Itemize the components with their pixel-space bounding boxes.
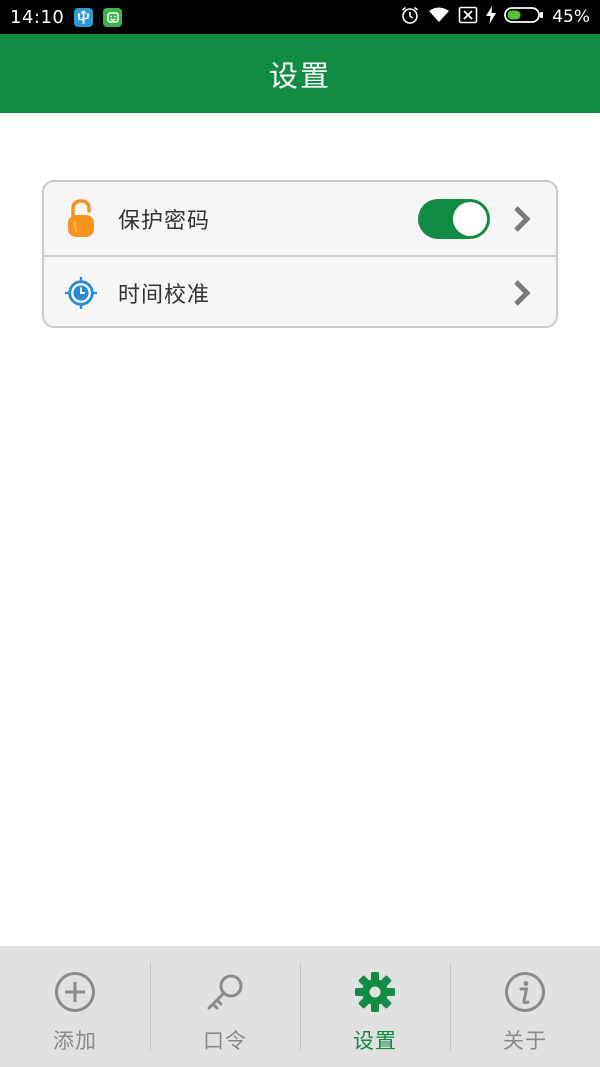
nav-item-add[interactable]: 添加	[0, 946, 150, 1067]
nav-item-about[interactable]: 关于	[450, 946, 600, 1067]
info-icon	[504, 971, 546, 1013]
clock-target-icon	[64, 274, 98, 312]
chevron-right-icon	[512, 204, 532, 234]
sim-off-icon	[458, 6, 478, 28]
chevron-right-icon	[512, 278, 532, 308]
nav-label: 口令	[203, 1029, 247, 1053]
nav-label: 关于	[503, 1029, 547, 1053]
nav-label: 设置	[353, 1029, 397, 1053]
add-circle-icon	[54, 971, 96, 1013]
settings-item-password-protection[interactable]: 保护密码	[44, 182, 556, 255]
password-protection-toggle[interactable]	[418, 198, 490, 239]
nav-item-settings[interactable]: 设置	[300, 946, 450, 1067]
status-left: 14:10	[10, 6, 123, 28]
charging-icon	[486, 6, 497, 28]
alarm-icon	[400, 5, 420, 29]
settings-item-time-calibration[interactable]: 时间校准	[44, 255, 556, 326]
nav-label: 添加	[53, 1029, 97, 1053]
status-time: 14:10	[10, 6, 65, 28]
settings-item-label: 时间校准	[118, 282, 211, 308]
toggle-knob	[453, 201, 487, 236]
battery-icon	[504, 6, 544, 28]
usb-icon	[74, 7, 94, 27]
status-right: 45%	[400, 5, 590, 29]
lock-icon	[64, 198, 98, 238]
android-icon	[103, 7, 123, 27]
bottom-nav: 添加 口令 设置 关于	[0, 946, 600, 1067]
gear-icon	[354, 971, 396, 1013]
settings-list: 保护密码 时间校准	[42, 180, 558, 328]
page-title: 设置	[268, 58, 331, 93]
settings-item-label: 保护密码	[118, 208, 211, 234]
battery-percent: 45%	[552, 7, 590, 27]
nav-item-passcode[interactable]: 口令	[150, 946, 300, 1067]
status-bar: 14:10 45%	[0, 0, 600, 34]
wifi-icon	[428, 6, 450, 28]
app-header: 设置	[0, 34, 600, 113]
key-icon	[204, 971, 246, 1013]
